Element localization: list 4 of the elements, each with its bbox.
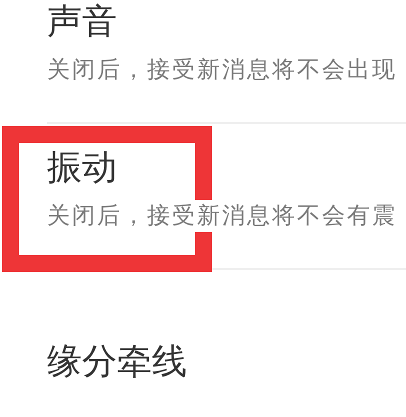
setting-title: 声音: [47, 1, 117, 44]
setting-description: 关闭后，接受新消息将不会有震: [47, 200, 397, 232]
setting-title: 缘分牵线: [47, 341, 187, 384]
setting-title: 振动: [47, 147, 117, 190]
